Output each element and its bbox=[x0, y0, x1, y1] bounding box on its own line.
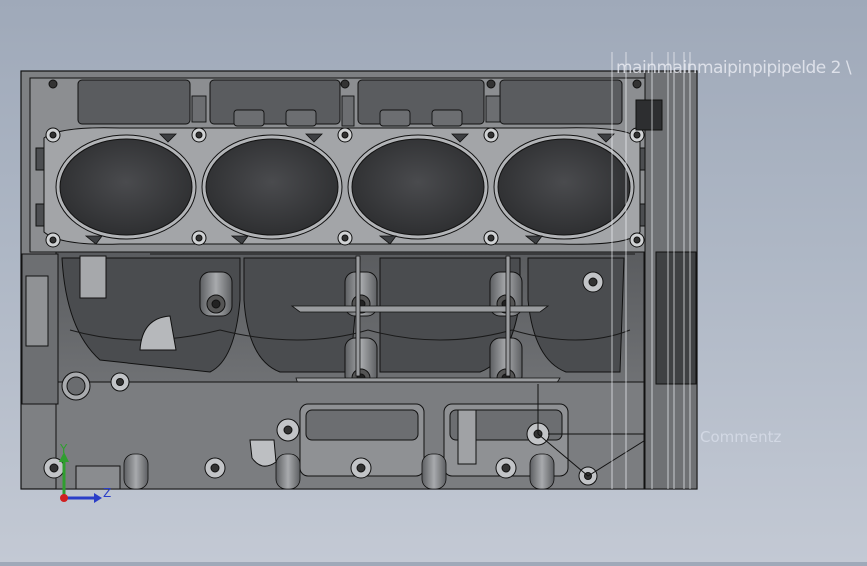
engine-block-model[interactable] bbox=[0, 0, 867, 562]
graphics-viewport[interactable] bbox=[0, 0, 867, 562]
triad-y-label: Y bbox=[60, 442, 68, 456]
triad-z-label: Z bbox=[103, 486, 112, 500]
triad-origin bbox=[60, 494, 68, 502]
